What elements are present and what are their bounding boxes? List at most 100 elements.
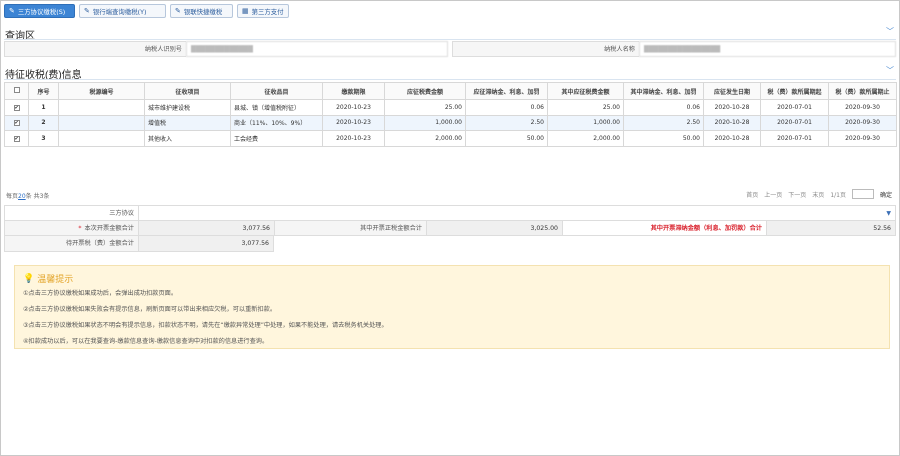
- table-header-row: 序号 税源编号 征收项目 征收品目 缴款期限 应征税费金额 应征滞纳金、利息、加…: [4, 82, 897, 100]
- tax-value: 3,025.00: [426, 220, 562, 235]
- row-inner-amount: 2,000.00: [547, 130, 624, 147]
- tip-line: ④扣款成功以后，可以在我要查询-缴款信息查询-缴款信息查询中对扣款的信息进行查询…: [23, 338, 269, 345]
- col-header: 其中滞纳金、利息、加罚: [623, 82, 704, 100]
- query-row: 纳税人识别号 █████████████ 纳税人名称 █████████████…: [4, 41, 896, 57]
- row-inner-amount: 1,000.00: [547, 114, 624, 131]
- per-page-suffix: 条 共3条: [25, 193, 50, 200]
- col-header: 税（费）款所属期起: [760, 82, 829, 100]
- pager-summary: 每页20条 共3条: [6, 191, 49, 200]
- tips-header: 💡 温馨提示: [23, 272, 74, 286]
- row-item: 增值税: [144, 114, 231, 131]
- row-amount: 25.00: [384, 99, 466, 116]
- bank-query-pay-button[interactable]: ✎ 银行端查询缴税(Y): [79, 4, 166, 18]
- col-header: 其中应征税费金额: [547, 82, 624, 100]
- required-star: *: [78, 224, 82, 232]
- pending-divider: [4, 79, 896, 80]
- row-end: 2020-09-30: [828, 114, 897, 131]
- summary-table: 三方协议 ▼ * 本次开票金额合计 3,077.56 其中开票正税金额合计 3,0…: [4, 205, 896, 252]
- row-date: 2020-10-28: [703, 114, 761, 131]
- tips-box: 💡 温馨提示 ①点击三方协议缴税如果成功后，会弹出成功扣款页面。 ②点击三方协议…: [14, 265, 890, 349]
- col-header: 应征滞纳金、利息、加罚: [465, 82, 548, 100]
- last-page-link[interactable]: 末页: [812, 190, 824, 199]
- next-page-link[interactable]: 下一页: [788, 190, 806, 199]
- select-all-checkbox[interactable]: [13, 87, 20, 93]
- pending-collapse-chevron-icon[interactable]: ﹀: [886, 65, 894, 76]
- third-party-pay-button[interactable]: ▦ 第三方支付: [237, 4, 289, 18]
- query-collapse-chevron-icon[interactable]: ﹀: [886, 26, 894, 37]
- row-sub: 县城、镇（增值税附征）: [230, 99, 323, 116]
- bank-query-pay-label: 银行端查询缴税(Y): [92, 7, 147, 16]
- col-header: 征收项目: [144, 82, 231, 100]
- row-checkbox[interactable]: [13, 120, 20, 127]
- late-label-cell: 其中开票滞纳金额（利息、加罚款）合计: [562, 220, 766, 235]
- tripartite-pay-label: 三方协议缴税(S): [17, 7, 66, 16]
- row-no: 1: [28, 99, 59, 116]
- row-no: 2: [28, 114, 59, 131]
- row-late: 50.00: [465, 130, 548, 147]
- late-value: 52.56: [766, 220, 896, 235]
- row-deadline: 2020-10-23: [322, 99, 385, 116]
- per-page-prefix: 每页: [6, 193, 19, 200]
- row-no: 3: [28, 130, 59, 147]
- agreement-select[interactable]: ▼: [138, 206, 896, 220]
- pager-controls: 首页 上一页 下一页 末页 1/1页 确定: [746, 189, 892, 199]
- row-deadline: 2020-10-23: [322, 130, 385, 147]
- total-value: 3,077.56: [138, 220, 274, 235]
- row-start: 2020-07-01: [760, 114, 829, 131]
- unionpay-quick-pay-label: 银联快捷缴税: [183, 7, 223, 16]
- row-start: 2020-07-01: [760, 130, 829, 147]
- taxpayer-name-label: 纳税人名称: [452, 41, 639, 57]
- row-deadline: 2020-10-23: [322, 114, 385, 131]
- row-inner-late: 50.00: [623, 130, 704, 147]
- tripartite-pay-button[interactable]: ✎ 三方协议缴税(S): [4, 4, 75, 18]
- row-select-cell[interactable]: [4, 114, 29, 131]
- row-checkbox[interactable]: [13, 104, 20, 111]
- row-date: 2020-10-28: [703, 99, 761, 116]
- prev-page-link[interactable]: 上一页: [764, 190, 782, 199]
- pencil-icon: ✎: [9, 7, 15, 15]
- taxpayer-name-value: ████████████████: [639, 41, 896, 57]
- per-page-link[interactable]: 20: [18, 193, 26, 200]
- row-amount: 1,000.00: [384, 114, 466, 131]
- tip-line: ①点击三方协议缴税如果成功后，会弹出成功扣款页面。: [23, 290, 178, 297]
- row-source: [58, 114, 145, 131]
- col-header: 税（费）款所属期止: [828, 82, 897, 100]
- row-item: 其他收入: [144, 130, 231, 147]
- row-select-cell[interactable]: [4, 130, 29, 147]
- toolbar: ✎ 三方协议缴税(S) ✎ 银行端查询缴税(Y) ✎ 银联快捷缴税 ▦ 第三方支…: [4, 4, 289, 18]
- col-header: 征收品目: [230, 82, 323, 100]
- page-jump-input[interactable]: [851, 189, 874, 199]
- taxpayer-id-label: 纳税人识别号: [4, 41, 186, 57]
- col-header: 税源编号: [58, 82, 145, 100]
- select-all-cell[interactable]: [4, 82, 29, 100]
- table-row[interactable]: 2 增值税 商业（11%、10%、9%） 2020-10-23 1,000.00…: [4, 114, 897, 131]
- total-label-cell: * 本次开票金额合计: [4, 220, 138, 235]
- first-page-link[interactable]: 首页: [746, 190, 758, 199]
- agreement-label: 三方协议: [4, 206, 138, 220]
- third-party-pay-label: 第三方支付: [251, 7, 284, 16]
- row-late: 0.06: [465, 99, 548, 116]
- pending-total-label: 待开票税（费）金额合计: [4, 236, 138, 251]
- page-go-button[interactable]: 确定: [880, 190, 892, 199]
- total-label: 本次开票金额合计: [84, 224, 135, 232]
- tax-label: 其中开票正税金额合计: [274, 220, 426, 235]
- table-row[interactable]: 3 其他收入 工会经费 2020-10-23 2,000.00 50.00 2,…: [4, 130, 897, 147]
- tips-title: 温馨提示: [37, 275, 74, 285]
- pending-tax-table: 序号 税源编号 征收项目 征收品目 缴款期限 应征税费金额 应征滞纳金、利息、加…: [4, 82, 897, 147]
- pencil-icon: ✎: [175, 7, 181, 15]
- pending-total-row: 待开票税（费）金额合计 3,077.56: [4, 236, 274, 252]
- tip-line: ②点击三方协议缴税如果失败会有提示信息，刷新页面可以带出来相应欠税，可以重新扣款…: [23, 306, 277, 313]
- unionpay-quick-pay-button[interactable]: ✎ 银联快捷缴税: [170, 4, 233, 18]
- tip-line: ③点击三方协议缴税如果状态不明会有提示信息，扣款状态不明，请先在“缴款异常处理”…: [23, 322, 388, 329]
- late-label: 其中开票滞纳金额（利息、加罚款）合计: [650, 224, 762, 232]
- row-select-cell[interactable]: [4, 99, 29, 116]
- pending-total-value: 3,077.56: [138, 236, 274, 251]
- table-row[interactable]: 1 城市维护建设税 县城、镇（增值税附征） 2020-10-23 25.00 0…: [4, 99, 897, 116]
- row-late: 2.50: [465, 114, 548, 131]
- agreement-row: 三方协议 ▼: [4, 205, 896, 221]
- row-checkbox[interactable]: [13, 135, 20, 142]
- dropdown-arrow-icon[interactable]: ▼: [886, 206, 891, 221]
- grid-icon: ▦: [242, 7, 249, 15]
- col-header: 应征发生日期: [703, 82, 761, 100]
- row-end: 2020-09-30: [828, 99, 897, 116]
